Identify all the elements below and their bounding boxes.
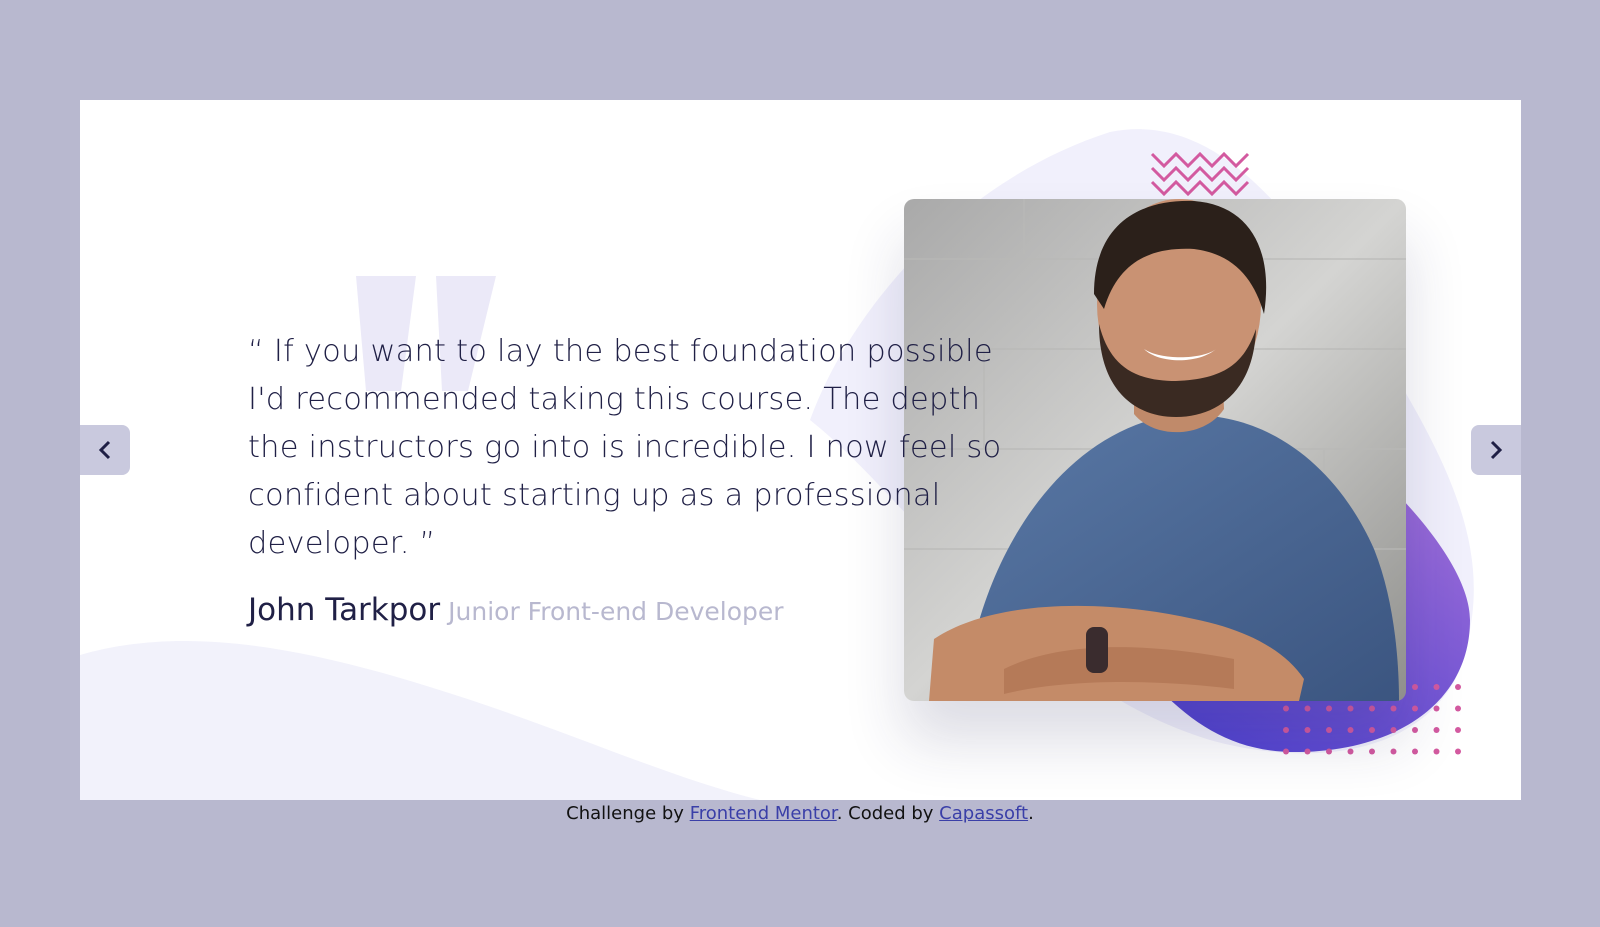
- pattern-dot: [1433, 727, 1440, 733]
- author-role: Junior Front-end Developer: [448, 597, 784, 626]
- pattern-dot: [1369, 727, 1375, 733]
- pattern-dot: [1390, 705, 1397, 712]
- pattern-dot: [1412, 748, 1418, 755]
- author-info: John Tarkpor Junior Front-end Developer: [248, 592, 784, 628]
- chevron-right-icon: [1490, 440, 1503, 460]
- pattern-dot: [1455, 684, 1461, 690]
- frontend-mentor-link[interactable]: Frontend Mentor: [690, 803, 837, 824]
- author-name: John Tarkpor: [248, 592, 441, 628]
- pattern-dot: [1283, 727, 1289, 733]
- pattern-dot: [1455, 748, 1461, 755]
- pattern-dot: [1347, 705, 1354, 712]
- testimonial-card: “ If you want to lay the best foundation…: [80, 100, 1521, 800]
- pattern-dot: [1455, 705, 1461, 712]
- prev-button[interactable]: [80, 425, 130, 475]
- pattern-dot: [1412, 727, 1418, 733]
- pattern-dot: [1304, 705, 1311, 712]
- zigzag-pattern: [1150, 152, 1250, 197]
- testimonial-quote: “ If you want to lay the best foundation…: [248, 334, 1002, 561]
- pattern-dot: [1283, 705, 1289, 712]
- attribution-prefix: Challenge by: [566, 803, 690, 824]
- pattern-dot: [1412, 705, 1418, 712]
- next-button[interactable]: [1471, 425, 1521, 475]
- pattern-dot: [1455, 727, 1461, 733]
- pattern-dot: [1347, 748, 1354, 755]
- chevron-left-icon: [98, 440, 111, 460]
- pattern-dot: [1433, 705, 1440, 712]
- pattern-dot: [1283, 748, 1289, 755]
- pattern-dot: [1433, 748, 1440, 755]
- pattern-dot: [1433, 684, 1440, 690]
- attribution-suffix: .: [1028, 803, 1034, 824]
- attribution-middle: . Coded by: [836, 803, 940, 824]
- pattern-dot: [1369, 748, 1375, 755]
- pattern-dot: [1390, 748, 1397, 755]
- pattern-dot: [1326, 727, 1332, 733]
- attribution: Challenge by Frontend Mentor. Coded by C…: [0, 803, 1600, 824]
- pattern-dot: [1304, 727, 1311, 733]
- pattern-dot: [1326, 705, 1332, 712]
- pattern-dot: [1390, 727, 1397, 733]
- capassoft-link[interactable]: Capassoft: [939, 803, 1028, 824]
- pattern-dot: [1304, 748, 1311, 755]
- pattern-dot: [1412, 684, 1418, 690]
- pattern-dot: [1347, 727, 1354, 733]
- pattern-dot: [1326, 748, 1332, 755]
- pattern-dot: [1369, 705, 1375, 712]
